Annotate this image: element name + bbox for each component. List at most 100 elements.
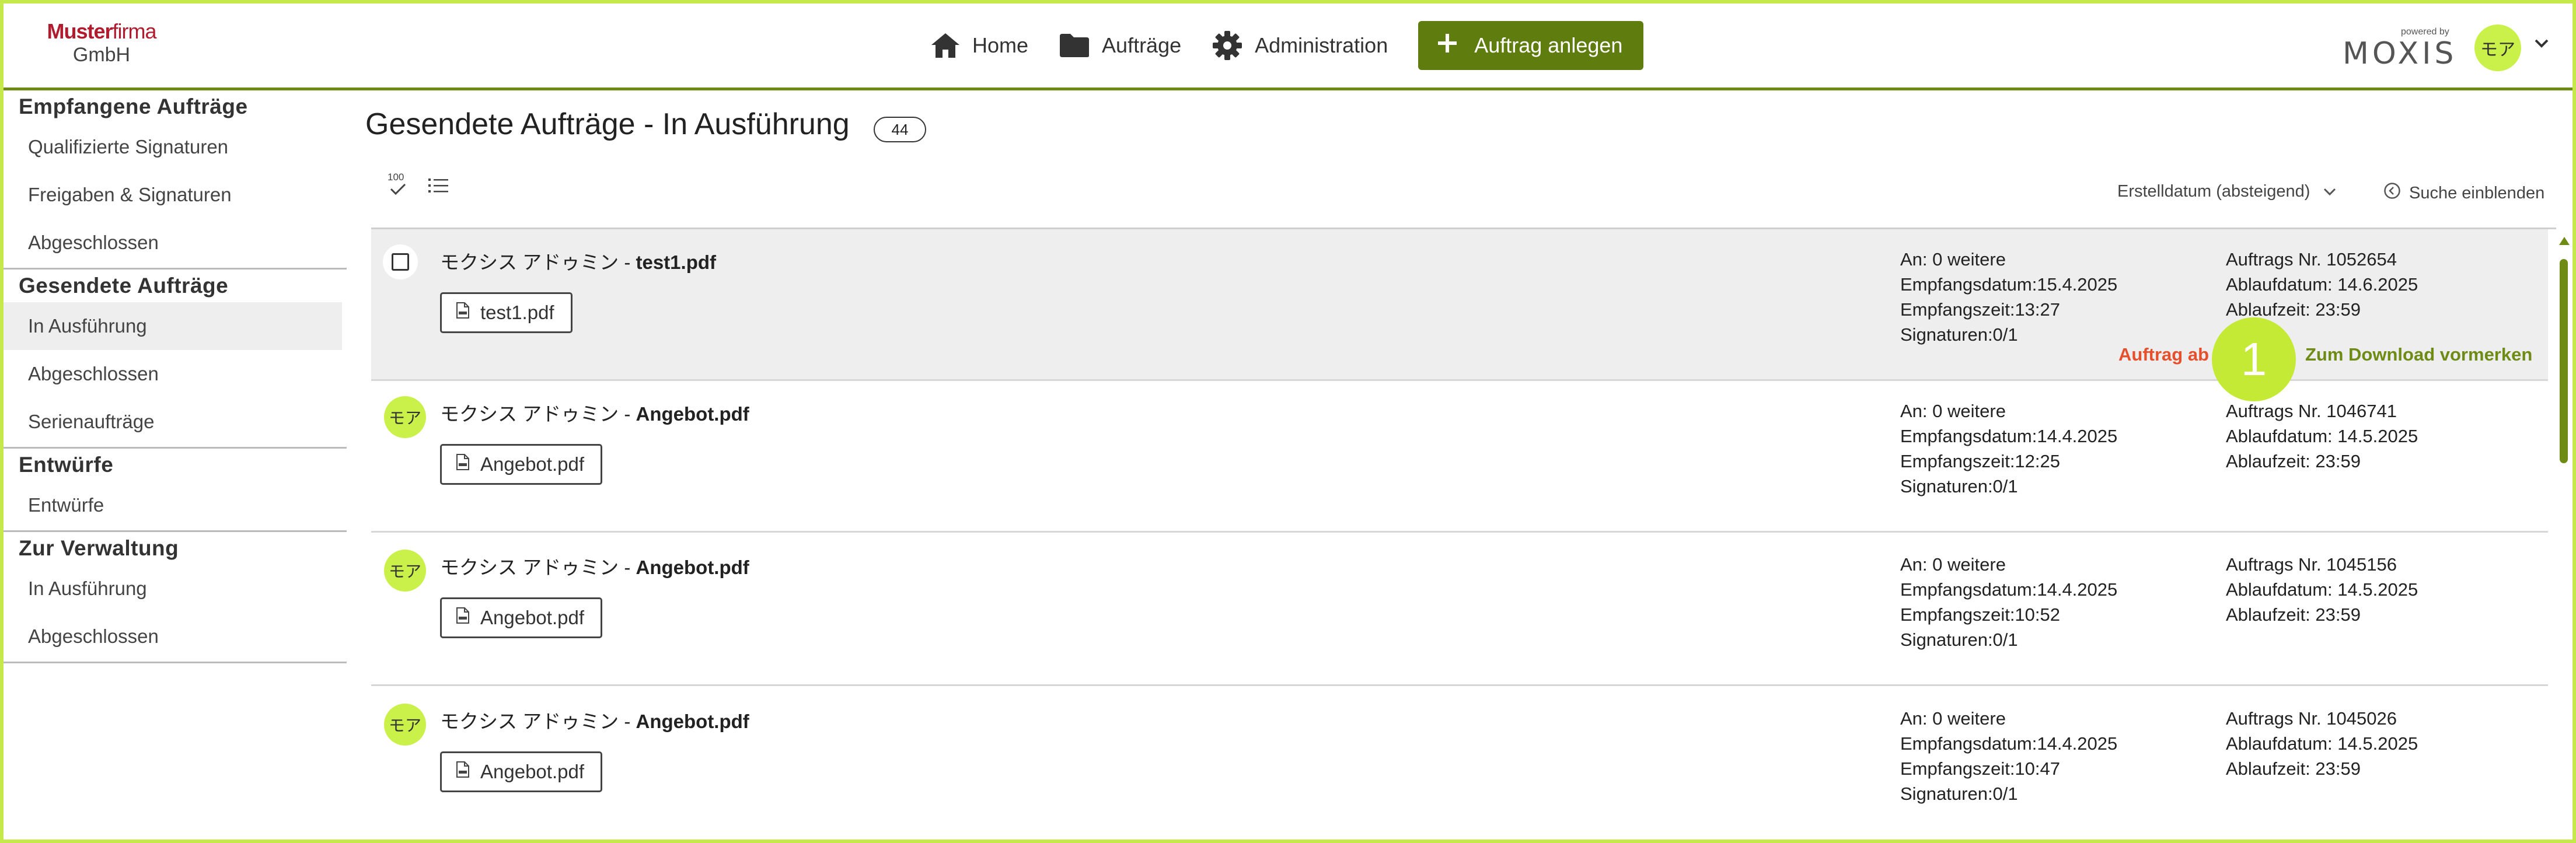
- pdf-file-icon: [456, 761, 470, 783]
- row-sender: モクシス アドゥミン: [440, 251, 619, 273]
- order-number: Auftrags Nr. 1046741: [2226, 401, 2397, 421]
- signature-count: Signaturen:0/1: [1900, 629, 2018, 650]
- row-title: モクシス アドゥミン - test1.pdf: [440, 247, 716, 275]
- received-date: Empfangsdatum:15.4.2025: [1900, 274, 2118, 295]
- circle-chevron-left-icon: [2383, 182, 2401, 204]
- select-all-icon[interactable]: 100: [385, 172, 411, 198]
- home-icon: [930, 32, 961, 59]
- receipt-info: An: 0 weitere Empfangsdatum:14.4.2025 Em…: [1900, 706, 2117, 806]
- sidebar: Empfangene Aufträge Qualifizierte Signat…: [4, 90, 347, 663]
- row-title: モクシス アドゥミン - Angebot.pdf: [440, 552, 749, 580]
- plus-icon: [1436, 32, 1459, 60]
- sidebar-item-drafts[interactable]: Entwürfe: [4, 481, 347, 529]
- recipients-text: An: 0 weitere: [1900, 708, 2006, 729]
- list-tools: 100: [385, 172, 448, 198]
- document-chip-label: Angebot.pdf: [480, 761, 584, 782]
- sidebar-item-received-completed[interactable]: Abgeschlossen: [4, 219, 347, 267]
- expiry-time: Ablaufzeit: 23:59: [2226, 758, 2361, 779]
- expiry-time: Ablaufzeit: 23:59: [2226, 604, 2361, 625]
- create-order-button[interactable]: Auftrag anlegen: [1418, 21, 1644, 70]
- order-row[interactable]: モア モクシス アドゥミン - Angebot.pdf Angebot.pdf …: [371, 381, 2548, 533]
- list-icon[interactable]: [428, 177, 448, 197]
- expiry-date: Ablaufdatum: 14.6.2025: [2226, 274, 2418, 295]
- logo-line1-rest: firma: [112, 19, 157, 43]
- scroll-thumb[interactable]: [2560, 259, 2568, 463]
- expiry-time: Ablaufzeit: 23:59: [2226, 451, 2361, 471]
- expiry-date: Ablaufdatum: 14.5.2025: [2226, 733, 2418, 754]
- create-order-label: Auftrag anlegen: [1474, 33, 1623, 57]
- receipt-info: An: 0 weitere Empfangsdatum:14.4.2025 Em…: [1900, 398, 2117, 499]
- top-header: Musterfirma GmbH Home Aufträge Administr…: [4, 4, 2572, 90]
- list-scrollbar[interactable]: [2557, 233, 2570, 823]
- expiry-date: Ablaufdatum: 14.5.2025: [2226, 579, 2418, 600]
- sort-label: Erstelldatum (absteigend): [2117, 182, 2310, 201]
- row-document: Angebot.pdf: [636, 403, 749, 425]
- page-title: Gesendete Aufträge - In Ausführung: [365, 107, 850, 141]
- nav-home[interactable]: Home: [930, 32, 1028, 59]
- document-chip[interactable]: Angebot.pdf: [440, 444, 602, 485]
- logo-line2: GmbH: [72, 44, 131, 66]
- user-avatar[interactable]: モア: [2474, 25, 2521, 71]
- sidebar-item-sent-completed[interactable]: Abgeschlossen: [4, 350, 347, 398]
- order-info: Auftrags Nr. 1045156 Ablaufdatum: 14.5.2…: [2226, 552, 2418, 627]
- mark-for-download-link[interactable]: Zum Download vormerken: [2305, 344, 2532, 365]
- step-marker: 1: [2212, 317, 2296, 401]
- order-row[interactable]: モア モクシス アドゥミン - Angebot.pdf Angebot.pdf …: [371, 688, 2548, 840]
- order-row[interactable]: モア モクシス アドゥミン - Angebot.pdf Angebot.pdf …: [371, 534, 2548, 686]
- row-title: モクシス アドゥミン - Angebot.pdf: [440, 398, 749, 426]
- chevron-down-icon[interactable]: [2534, 39, 2549, 52]
- row-sender: モクシス アドゥミン: [440, 403, 619, 425]
- scroll-up-arrow[interactable]: [2559, 237, 2570, 245]
- sidebar-item-approvals-signatures[interactable]: Freigaben & Signaturen: [4, 171, 347, 219]
- nav-administration-label: Administration: [1255, 33, 1388, 57]
- sort-dropdown[interactable]: Erstelldatum (absteigend): [2117, 182, 2337, 201]
- recipients-text: An: 0 weitere: [1900, 249, 2006, 270]
- nav-orders[interactable]: Aufträge: [1059, 33, 1181, 58]
- received-time: Empfangszeit:12:25: [1900, 451, 2061, 471]
- signature-count: Signaturen:0/1: [1900, 476, 2018, 496]
- search-toggle-label: Suche einblenden: [2409, 183, 2545, 202]
- received-time: Empfangszeit:10:52: [1900, 604, 2061, 625]
- order-info: Auftrags Nr. 1045026 Ablaufdatum: 14.5.2…: [2226, 706, 2418, 781]
- nav-administration[interactable]: Administration: [1212, 30, 1388, 61]
- row-document: Angebot.pdf: [636, 557, 749, 578]
- sidebar-item-sent-in-progress[interactable]: In Ausführung: [4, 302, 342, 350]
- row-title: モクシス アドゥミン - Angebot.pdf: [440, 706, 749, 734]
- row-checkbox[interactable]: [383, 244, 418, 279]
- sidebar-item-admin-in-progress[interactable]: In Ausführung: [4, 565, 347, 613]
- order-number: Auftrags Nr. 1045026: [2226, 708, 2397, 729]
- order-info: Auftrags Nr. 1046741 Ablaufdatum: 14.5.2…: [2226, 398, 2418, 474]
- sidebar-section-admin: Zur Verwaltung: [19, 536, 179, 560]
- nav-home-label: Home: [972, 33, 1029, 57]
- sidebar-item-serial-orders[interactable]: Serienaufträge: [4, 398, 347, 446]
- chevron-down-icon: [2323, 182, 2337, 201]
- order-info: Auftrags Nr. 1052654 Ablaufdatum: 14.6.2…: [2226, 247, 2418, 322]
- row-separator: -: [619, 557, 636, 578]
- sidebar-item-admin-completed[interactable]: Abgeschlossen: [4, 613, 347, 660]
- folder-icon: [1059, 33, 1090, 58]
- search-toggle[interactable]: Suche einblenden: [2383, 182, 2544, 204]
- received-date: Empfangsdatum:14.4.2025: [1900, 579, 2118, 600]
- signature-count: Signaturen:0/1: [1900, 783, 2018, 804]
- document-chip[interactable]: Angebot.pdf: [440, 597, 602, 638]
- cancel-order-link[interactable]: Auftrag ab: [2118, 344, 2209, 365]
- main-nav: Home Aufträge Administration Auftrag anl…: [930, 21, 1644, 70]
- document-chip[interactable]: Angebot.pdf: [440, 751, 602, 792]
- company-logo[interactable]: Musterfirma GmbH: [32, 20, 172, 67]
- row-avatar: モア: [384, 704, 426, 746]
- receipt-info: An: 0 weitere Empfangsdatum:14.4.2025 Em…: [1900, 552, 2117, 652]
- row-separator: -: [619, 403, 636, 425]
- order-number: Auftrags Nr. 1045156: [2226, 554, 2397, 575]
- receipt-info: An: 0 weitere Empfangsdatum:15.4.2025 Em…: [1900, 247, 2117, 347]
- row-document: test1.pdf: [636, 251, 717, 273]
- document-chip[interactable]: test1.pdf: [440, 292, 573, 333]
- row-separator: -: [619, 711, 636, 732]
- nav-orders-label: Aufträge: [1102, 33, 1182, 57]
- sidebar-item-qualified-signatures[interactable]: Qualifizierte Signaturen: [4, 123, 347, 171]
- received-date: Empfangsdatum:14.4.2025: [1900, 733, 2118, 754]
- pdf-file-icon: [456, 453, 470, 475]
- pdf-file-icon: [456, 607, 470, 629]
- received-time: Empfangszeit:10:47: [1900, 758, 2061, 779]
- row-sender: モクシス アドゥミン: [440, 557, 619, 578]
- recipients-text: An: 0 weitere: [1900, 554, 2006, 575]
